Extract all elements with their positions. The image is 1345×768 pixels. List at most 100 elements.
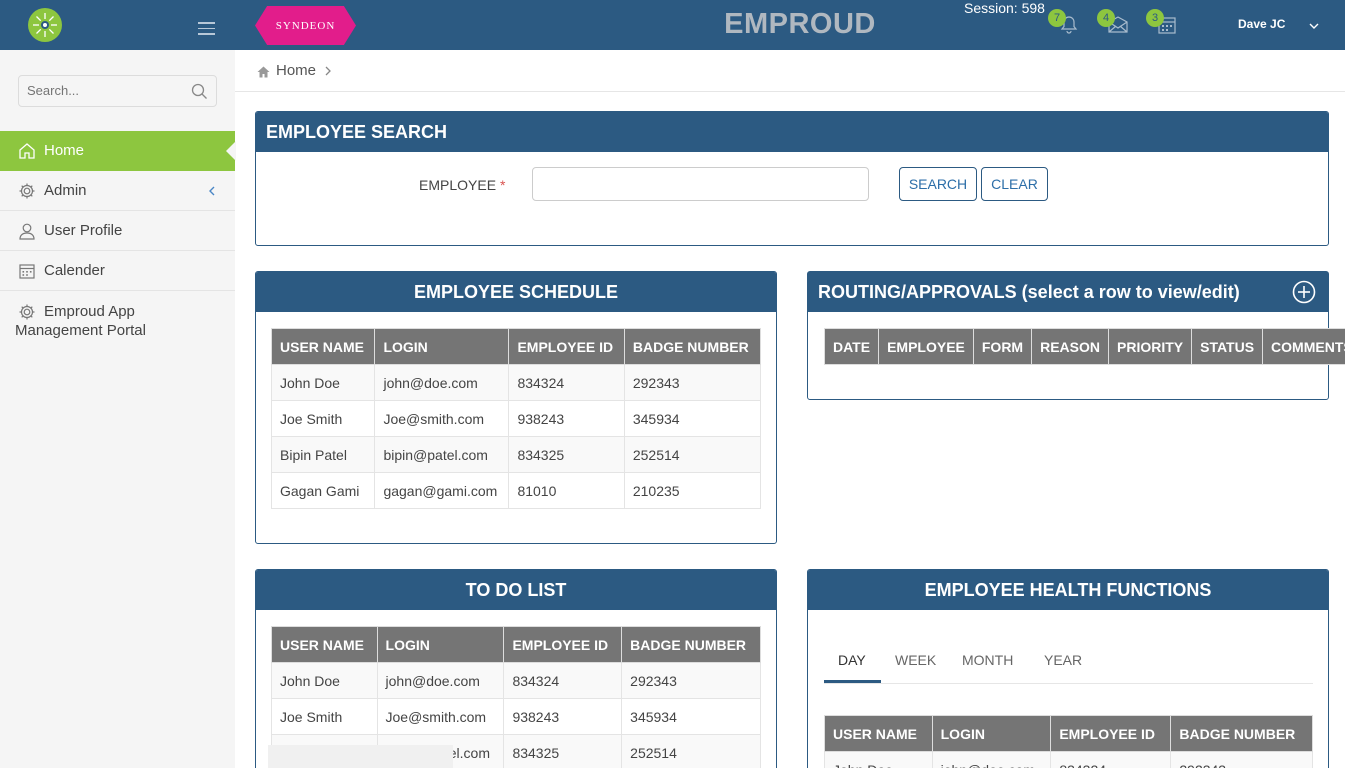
column-header[interactable]: REASON	[1031, 328, 1109, 365]
column-header[interactable]: EMPLOYEE	[878, 328, 974, 365]
column-header[interactable]: EMPLOYEE ID	[508, 328, 625, 365]
todo-list-panel: TO DO LIST USER NAME LOGIN EMPLOYEE ID B…	[255, 569, 777, 768]
column-header[interactable]: PRIORITY	[1107, 328, 1193, 365]
clear-button[interactable]: CLEAR	[981, 167, 1048, 201]
table-row[interactable]: Gagan Gami gagan@gami.com 81010 210235	[270, 472, 762, 509]
search-icon[interactable]	[191, 83, 208, 105]
notifications-button[interactable]: 7	[1048, 9, 1080, 36]
add-circle-icon[interactable]	[1292, 280, 1316, 309]
gear-icon	[18, 182, 36, 200]
table-cell: john@doe.com	[376, 662, 505, 699]
table-cell: 834324	[1050, 751, 1172, 768]
tab-week[interactable]: WEEK	[895, 652, 936, 668]
sidebar-item-label: Admin	[44, 182, 87, 199]
chevron-down-icon[interactable]	[1308, 18, 1320, 36]
sidebar-item-management-portal[interactable]: Emproud App Management Portal	[0, 291, 235, 351]
menu-toggle-icon[interactable]	[198, 22, 215, 35]
table-cell: Joe Smith	[270, 400, 376, 437]
messages-button[interactable]: 4	[1097, 9, 1129, 36]
user-menu[interactable]: Dave JC	[1238, 17, 1285, 31]
panel-title: ROUTING/APPROVALS (select a row to view/…	[808, 272, 1328, 312]
table-cell: Joe Smith	[271, 698, 378, 735]
table-cell: 292343	[623, 364, 762, 401]
table-cell: 210235	[623, 472, 762, 509]
sidebar-item-user-profile[interactable]: User Profile	[0, 211, 235, 251]
table-cell: 834325	[503, 734, 623, 768]
panel-title: EMPLOYEE SEARCH	[256, 112, 1328, 152]
column-header[interactable]: USER NAME	[270, 328, 376, 365]
tab-month[interactable]: MONTH	[962, 652, 1013, 668]
table-cell: 292343	[621, 662, 761, 699]
home-icon[interactable]	[257, 65, 270, 83]
user-icon	[18, 222, 36, 240]
messages-count-badge: 4	[1097, 9, 1115, 27]
sidebar-item-home[interactable]: Home	[0, 131, 236, 171]
column-header[interactable]: LOGIN	[931, 715, 1052, 752]
top-header: SYNDEON EMPROUD Session: 598 7 4 3 Dave …	[0, 0, 1345, 50]
table-row[interactable]: Bipin Patel bipin@patel.com 834325 25251…	[270, 436, 762, 473]
breadcrumb-home[interactable]: Home	[276, 62, 316, 79]
sidebar-item-admin[interactable]: Admin	[0, 171, 235, 211]
column-header[interactable]: BADGE NUMBER	[621, 626, 761, 663]
tab-day[interactable]: DAY	[838, 652, 866, 668]
brand-logo[interactable]: SYNDEON	[255, 6, 356, 45]
employee-health-panel: EMPLOYEE HEALTH FUNCTIONS DAY WEEK MONTH…	[807, 569, 1329, 768]
column-header[interactable]: USER NAME	[824, 715, 933, 752]
sidebar-search[interactable]	[18, 75, 217, 107]
column-header[interactable]: EMPLOYEE ID	[503, 626, 623, 663]
app-logo[interactable]	[28, 8, 62, 42]
column-header[interactable]: BADGE NUMBER	[623, 328, 762, 365]
sidebar-search-input[interactable]	[27, 83, 177, 98]
sidebar-item-label: User Profile	[44, 222, 123, 239]
breadcrumb: Home	[235, 50, 1345, 92]
tab-year[interactable]: YEAR	[1044, 652, 1082, 668]
health-table: USER NAME LOGIN EMPLOYEE ID BADGE NUMBER…	[824, 715, 1313, 768]
brand-logo-text: SYNDEON	[275, 19, 336, 32]
employee-label-text: EMPLOYEE	[419, 177, 497, 193]
column-header[interactable]: BADGE NUMBER	[1170, 715, 1313, 752]
table-row[interactable]: John Doe john@doe.com 834324 292343	[271, 662, 761, 699]
employee-schedule-panel: EMPLOYEE SCHEDULE USER NAME LOGIN EMPLOY…	[255, 271, 777, 544]
table-row[interactable]: John Doe john@doe.com 834324 292343	[824, 751, 1313, 768]
app-title: EMPROUD	[724, 8, 876, 40]
schedule-table: USER NAME LOGIN EMPLOYEE ID BADGE NUMBER…	[270, 328, 762, 509]
calendar-icon	[18, 262, 36, 280]
chevron-left-icon[interactable]	[207, 184, 217, 201]
table-cell: bipin@patel.com	[374, 436, 510, 473]
active-tab-indicator	[824, 680, 881, 683]
table-cell: 834325	[508, 436, 625, 473]
column-header[interactable]: FORM	[972, 328, 1033, 365]
table-cell: John Doe	[824, 751, 933, 768]
employee-search-panel: EMPLOYEE SEARCH EMPLOYEE * SEARCH CLEAR	[255, 111, 1329, 246]
table-cell: 834324	[508, 364, 625, 401]
column-header[interactable]: EMPLOYEE ID	[1050, 715, 1172, 752]
session-counter: Session: 598	[964, 0, 1045, 16]
table-cell: Joe@smith.com	[374, 400, 510, 437]
column-header[interactable]: LOGIN	[374, 328, 510, 365]
table-row[interactable]: Joe Smith Joe@smith.com 938243 345934	[270, 400, 762, 437]
table-cell: John Doe	[270, 364, 376, 401]
employee-field-label: EMPLOYEE *	[419, 177, 505, 193]
table-cell: 81010	[508, 472, 625, 509]
table-row[interactable]: Joe Smith Joe@smith.com 938243 345934	[271, 698, 761, 735]
table-cell: 834324	[503, 662, 623, 699]
sidebar-item-label: Emproud App	[44, 303, 135, 320]
column-header[interactable]: LOGIN	[376, 626, 505, 663]
column-header[interactable]: DATE	[823, 328, 880, 365]
table-row[interactable]: John Doe john@doe.com 834324 292343	[270, 364, 762, 401]
column-header[interactable]: STATUS	[1191, 328, 1264, 365]
sunburst-logo-icon	[33, 13, 57, 37]
column-header[interactable]: COMMENTS	[1262, 328, 1345, 365]
calendar-button[interactable]: 3	[1146, 9, 1178, 36]
table-cell: 252514	[623, 436, 762, 473]
employee-input[interactable]	[532, 167, 869, 201]
routing-approvals-panel: ROUTING/APPROVALS (select a row to view/…	[807, 271, 1345, 400]
panel-title: EMPLOYEE SCHEDULE	[256, 272, 776, 312]
table-cell: 345934	[621, 698, 761, 735]
table-cell: 252514	[621, 734, 761, 768]
column-header[interactable]: USER NAME	[271, 626, 378, 663]
table-cell: Bipin Patel	[270, 436, 376, 473]
sidebar-item-calendar[interactable]: Calender	[0, 251, 235, 291]
search-button[interactable]: SEARCH	[899, 167, 977, 201]
table-cell: 345934	[623, 400, 762, 437]
